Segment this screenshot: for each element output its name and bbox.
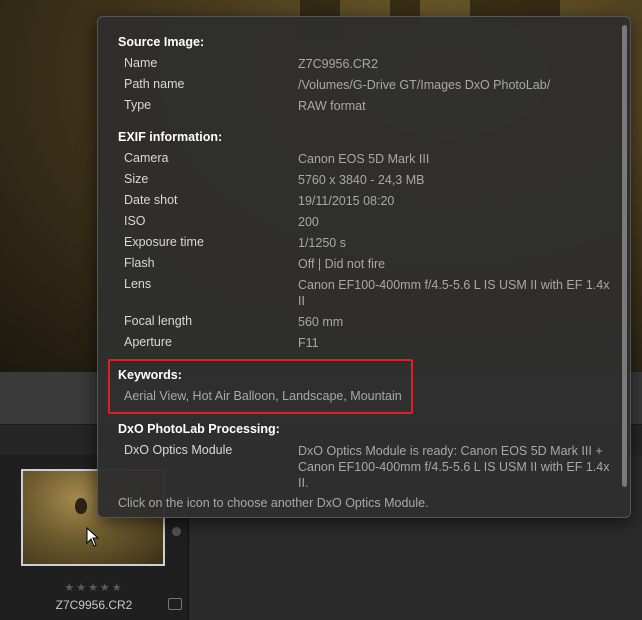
camera-value: Canon EOS 5D Mark III — [298, 152, 430, 166]
optics-module-value: DxO Optics Module is ready: Canon EOS 5D… — [298, 444, 610, 490]
thumbnail-filename: Z7C9956.CR2 — [55, 598, 133, 612]
status-dot-icon — [172, 527, 181, 536]
image-info-popover: Source Image: Name Z7C9956.CR2 Path name… — [97, 16, 631, 518]
date-shot-value: 19/11/2015 08:20 — [298, 194, 395, 208]
name-value: Z7C9956.CR2 — [298, 57, 378, 71]
exposure-value: 1/1250 s — [298, 236, 346, 250]
path-value: /Volumes/G-Drive GT/Images DxO PhotoLab/ — [298, 78, 551, 92]
size-label: Size — [124, 172, 149, 186]
iso-value: 200 — [298, 215, 319, 229]
size-value: 5760 x 3840 - 24,3 MB — [298, 173, 425, 187]
flash-value: Off | Did not fire — [298, 257, 386, 271]
source-image-heading: Source Image: — [118, 35, 205, 49]
processing-heading: DxO PhotoLab Processing: — [118, 422, 280, 436]
aperture-value: F11 — [298, 336, 319, 350]
exposure-label: Exposure time — [124, 235, 204, 249]
processed-badge-icon[interactable] — [168, 598, 182, 610]
iso-label: ISO — [124, 214, 146, 228]
balloon-shape — [75, 498, 87, 514]
lens-label: Lens — [124, 277, 152, 291]
lens-value: Canon EF100-400mm f/4.5-5.6 L IS USM II … — [298, 278, 610, 308]
optics-module-label: DxO Optics Module — [124, 443, 233, 457]
aperture-label: Aperture — [124, 335, 172, 349]
type-value: RAW format — [298, 99, 366, 113]
focal-length-value: 560 mm — [298, 315, 344, 329]
rating-stars[interactable]: ★★★★★ — [0, 581, 188, 594]
type-label: Type — [124, 98, 152, 112]
path-label: Path name — [124, 77, 185, 91]
name-label: Name — [124, 56, 158, 70]
mouse-cursor-icon — [86, 527, 100, 547]
flash-label: Flash — [124, 256, 155, 270]
keywords-value: Aerial View, Hot Air Balloon, Landscape,… — [124, 389, 402, 403]
date-shot-label: Date shot — [124, 193, 178, 207]
scrollbar[interactable] — [622, 25, 627, 487]
focal-length-label: Focal length — [124, 314, 193, 328]
optics-module-hint: Click on the icon to choose another DxO … — [118, 496, 429, 510]
keywords-heading: Keywords: — [118, 368, 182, 382]
camera-label: Camera — [124, 151, 169, 165]
exif-heading: EXIF information: — [118, 130, 223, 144]
